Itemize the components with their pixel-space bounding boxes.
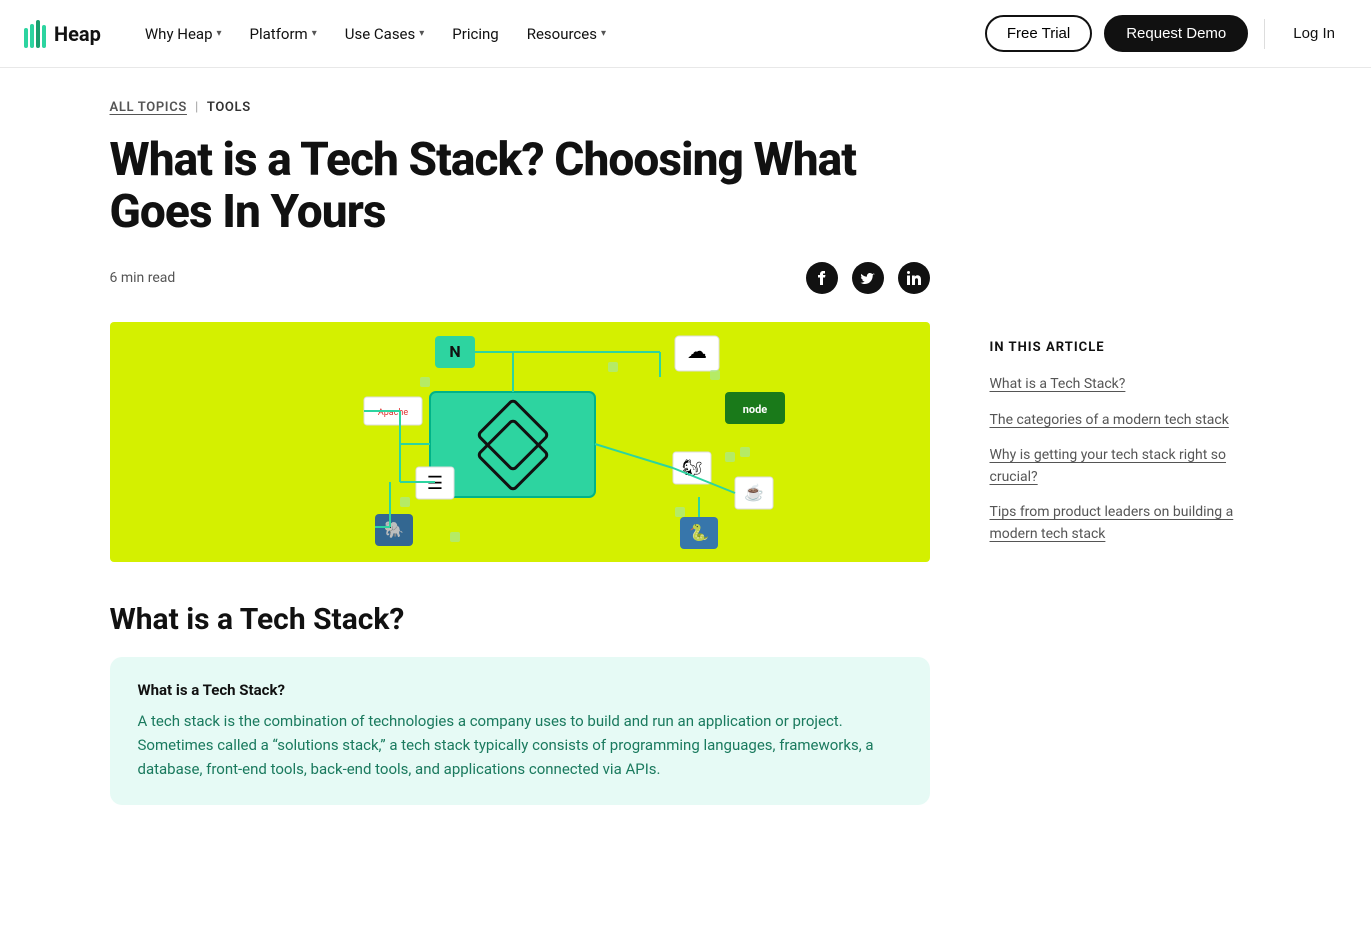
navbar: Heap Why Heap ▾ Platform ▾ Use Cases ▾ P…	[0, 0, 1371, 68]
nav-divider	[1264, 19, 1265, 49]
article-meta: 6 min read	[110, 262, 930, 294]
svg-text:Apache: Apache	[377, 408, 407, 418]
breadcrumb-separator: |	[195, 100, 199, 115]
nav-item-platform[interactable]: Platform ▾	[238, 17, 329, 51]
nav-actions: Free Trial Request Demo Log In	[985, 15, 1347, 52]
svg-text:🐍: 🐍	[689, 523, 709, 542]
nav-item-use-cases[interactable]: Use Cases ▾	[333, 17, 437, 51]
toc-link-2[interactable]: The categories of a modern tech stack	[990, 412, 1229, 428]
sidebar: IN THIS ARTICLE What is a Tech Stack? Th…	[990, 100, 1250, 837]
social-icons	[806, 262, 930, 294]
logo-text: Heap	[54, 22, 101, 46]
breadcrumb-all-topics[interactable]: ALL TOPICS	[110, 100, 187, 115]
section-heading: What is a Tech Stack?	[110, 602, 930, 637]
callout-text: A tech stack is the combination of techn…	[138, 709, 902, 781]
twitter-share-button[interactable]	[852, 262, 884, 294]
facebook-share-button[interactable]	[806, 262, 838, 294]
breadcrumb-current: TOOLS	[207, 100, 251, 115]
breadcrumb: ALL TOPICS | TOOLS	[110, 100, 930, 115]
callout-title: What is a Tech Stack?	[138, 681, 902, 699]
nav-item-pricing[interactable]: Pricing	[440, 17, 510, 51]
nav-item-resources[interactable]: Resources ▾	[515, 17, 618, 51]
logo-icon	[24, 20, 46, 48]
chevron-down-icon: ▾	[601, 28, 606, 39]
request-demo-button[interactable]: Request Demo	[1104, 15, 1248, 52]
chevron-down-icon: ▾	[217, 28, 222, 39]
sidebar-heading: IN THIS ARTICLE	[990, 340, 1250, 355]
nav-item-why-heap[interactable]: Why Heap ▾	[133, 17, 234, 51]
toc-item-1: What is a Tech Stack?	[990, 373, 1250, 395]
toc-item-3: Why is getting your tech stack right so …	[990, 444, 1250, 487]
svg-text:☰: ☰	[426, 473, 442, 494]
article-title: What is a Tech Stack? Choosing What Goes…	[110, 135, 930, 238]
login-button[interactable]: Log In	[1281, 17, 1347, 50]
read-time: 6 min read	[110, 270, 176, 286]
toc-link-4[interactable]: Tips from product leaders on building a …	[990, 504, 1234, 542]
callout-box: What is a Tech Stack? A tech stack is th…	[110, 657, 930, 805]
toc-link-1[interactable]: What is a Tech Stack?	[990, 376, 1126, 392]
logo[interactable]: Heap	[24, 20, 101, 48]
chevron-down-icon: ▾	[419, 28, 424, 39]
svg-text:🐿: 🐿	[681, 458, 701, 477]
chevron-down-icon: ▾	[312, 28, 317, 39]
toc-item-4: Tips from product leaders on building a …	[990, 501, 1250, 544]
svg-text:☁: ☁	[687, 339, 707, 363]
toc-item-2: The categories of a modern tech stack	[990, 409, 1250, 431]
svg-text:node: node	[742, 403, 767, 416]
main-content: ALL TOPICS | TOOLS What is a Tech Stack?…	[110, 100, 930, 837]
toc-link-3[interactable]: Why is getting your tech stack right so …	[990, 447, 1227, 485]
free-trial-button[interactable]: Free Trial	[985, 15, 1092, 52]
nav-links: Why Heap ▾ Platform ▾ Use Cases ▾ Pricin…	[133, 17, 985, 51]
svg-text:🐘: 🐘	[384, 520, 404, 539]
svg-text:☕: ☕	[744, 483, 764, 502]
hero-image: N ☁ node Apache ☰ 🐘	[110, 322, 930, 562]
toc-list: What is a Tech Stack? The categories of …	[990, 373, 1250, 545]
svg-text:N: N	[449, 342, 460, 361]
page-layout: ALL TOPICS | TOOLS What is a Tech Stack?…	[86, 68, 1286, 869]
linkedin-share-button[interactable]	[898, 262, 930, 294]
